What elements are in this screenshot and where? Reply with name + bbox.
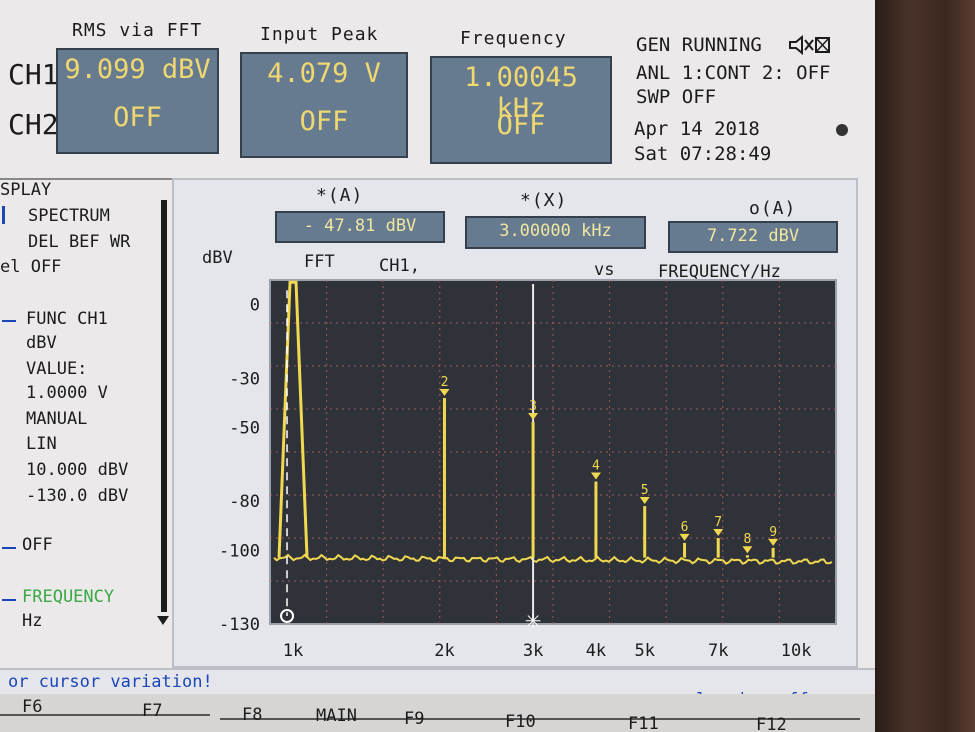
harmonic-label: 6	[681, 520, 689, 535]
item-marker	[2, 320, 16, 322]
sidebar-spectrum[interactable]: SPECTRUM	[28, 206, 110, 226]
graph-panel: *(A) *(X) o(A) - 47.81 dBV 3.00000 kHz 7…	[172, 178, 858, 668]
sidebar-func[interactable]: FUNC CH1	[26, 309, 108, 329]
harmonic-label: 5	[641, 483, 649, 498]
x-tick-label: 5k	[634, 641, 654, 661]
f9-key[interactable]: F9	[404, 709, 424, 729]
f8-key[interactable]: F8	[242, 705, 262, 725]
harmonic-label: 7	[714, 515, 722, 530]
f6-key[interactable]: F6	[22, 697, 42, 717]
sidebar-manual[interactable]: MANUAL	[26, 409, 87, 429]
f10-key[interactable]: F10	[505, 712, 536, 732]
speaker-mute-icon	[789, 34, 830, 56]
x-tick-label: 10k	[781, 641, 812, 661]
anl-status: ANL 1:CONT 2: OFF	[636, 62, 831, 84]
cursor-star-marker: ✳	[525, 609, 542, 633]
ch2-label: CH2	[8, 108, 59, 141]
sidebar-value-label: VALUE:	[26, 359, 88, 379]
harmonic-label: 8	[743, 532, 751, 547]
sidebar-scrollbar[interactable]	[161, 200, 167, 612]
harmonic-label: 3	[529, 399, 537, 414]
y-tick-label: -30	[229, 369, 260, 389]
monitor-bezel	[875, 0, 975, 732]
rms-header: RMS via FFT	[72, 20, 203, 41]
harmonic-label: 9	[769, 525, 777, 540]
sidebar-off[interactable]: OFF	[22, 535, 53, 555]
message-text: or cursor variation!	[8, 672, 213, 692]
item-marker	[2, 599, 16, 601]
x-tick-label: 7k	[708, 641, 728, 661]
rms-meter: 9.099 dBV OFF	[56, 48, 219, 154]
scroll-down-icon[interactable]	[157, 616, 169, 625]
freq-ch2-value: OFF	[496, 110, 546, 141]
f11-key[interactable]: F11	[628, 714, 659, 732]
spectrum-plot[interactable]: 0 -30 -50 -80 -100 -130 1k 2k 3k 4k 5k 7k 10k ✳ 2 3 4 5 6 7…	[174, 180, 856, 666]
freq-meter: 1.00045 kHz OFF	[430, 56, 612, 164]
sidebar-frequency[interactable]: FREQUENCY	[22, 587, 114, 607]
clock-indicator-icon	[836, 124, 848, 136]
x-tick-label: 1k	[283, 641, 303, 661]
rms-ch1-value: 9.099 dBV	[64, 54, 211, 85]
sidebar-delbef[interactable]: DEL BEF WR	[28, 232, 130, 252]
x-tick-label: 4k	[586, 641, 606, 661]
item-marker	[2, 547, 16, 549]
harmonic-label: 4	[592, 458, 600, 473]
harmonic-label: 2	[441, 375, 449, 390]
f7-key[interactable]: F7	[142, 701, 162, 721]
function-key-bar	[0, 694, 875, 732]
y-tick-label: -130	[219, 615, 260, 635]
sidebar-hz: Hz	[22, 611, 43, 631]
freq-header: Frequency	[460, 28, 567, 49]
sidebar-value[interactable]: 1.0000 V	[26, 383, 108, 403]
message-bar: or cursor variation! logging off	[0, 668, 875, 710]
sidebar-title: SPLAY	[0, 180, 56, 200]
y-tick-label: -80	[229, 492, 260, 512]
x-tick-label: 2k	[434, 641, 454, 661]
sidebar-lin[interactable]: LIN	[26, 434, 57, 454]
peak-header: Input Peak	[260, 24, 379, 45]
gen-status: GEN RUNNING	[636, 34, 762, 56]
gen-status-icons	[787, 34, 831, 56]
main-key[interactable]: MAIN	[316, 706, 357, 726]
selection-marker	[2, 206, 5, 224]
sidebar-dbv: dBV	[26, 333, 57, 353]
ch1-label: CH1	[8, 58, 59, 91]
date-display: Apr 14 2018	[634, 118, 760, 140]
peak-meter: 4.079 V OFF	[240, 52, 408, 158]
swp-status: SWP OFF	[636, 86, 717, 108]
y-tick-label: 0	[250, 296, 260, 316]
x-tick-label: 3k	[523, 641, 543, 661]
y-tick-label: -100	[219, 541, 260, 561]
analyzer-screen: RMS via FFT Input Peak Frequency CH1 CH2…	[0, 0, 875, 732]
sidebar-top[interactable]: 10.000 dBV	[26, 460, 128, 480]
f12-key[interactable]: F12	[756, 715, 787, 732]
time-display: Sat 07:28:49	[634, 143, 772, 165]
peak-ch1-value: 4.079 V	[267, 58, 381, 89]
sidebar-bottom[interactable]: -130.0 dBV	[26, 486, 128, 506]
sidebar-el-off[interactable]: el OFF	[0, 257, 61, 277]
peak-ch2-value: OFF	[299, 106, 349, 137]
sidebar: SPLAY SPECTRUM DEL BEF WR el OFF FUNC CH…	[0, 178, 172, 670]
y-tick-label: -50	[229, 418, 260, 438]
rms-ch2-value: OFF	[113, 102, 162, 133]
